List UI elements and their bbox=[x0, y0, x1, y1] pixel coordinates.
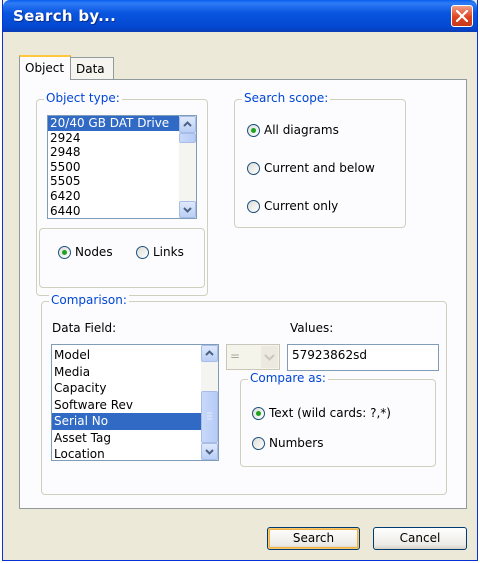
tab-object[interactable]: Object bbox=[19, 55, 71, 80]
scroll-thumb[interactable] bbox=[201, 391, 218, 443]
chevron-up-icon bbox=[183, 121, 192, 127]
data-field-item[interactable]: Location bbox=[52, 446, 218, 460]
cancel-button-label: Cancel bbox=[399, 531, 441, 545]
scope-current-only-label: Current only bbox=[264, 199, 339, 213]
data-field-item[interactable]: Model bbox=[52, 347, 218, 364]
tab-object-label: Object bbox=[25, 61, 65, 75]
operator-dropdown[interactable]: = bbox=[226, 344, 280, 370]
scroll-up-button[interactable] bbox=[179, 116, 196, 133]
nodes-links-group: Nodes Links bbox=[39, 228, 205, 288]
object-tab-panel: Object type: 20/40 GB DAT Drive 2924 2948 5… bbox=[19, 79, 467, 509]
grip-icon bbox=[207, 412, 212, 420]
object-type-legend: Object type: bbox=[44, 91, 122, 105]
radio-dot bbox=[256, 411, 261, 416]
operator-value: = bbox=[230, 349, 241, 363]
object-type-scrollbar[interactable] bbox=[179, 116, 196, 218]
radio-circle bbox=[247, 200, 260, 213]
radio-circle bbox=[136, 246, 149, 259]
radio-circle bbox=[252, 437, 265, 450]
tab-data-label: Data bbox=[76, 62, 105, 76]
close-button[interactable] bbox=[451, 5, 473, 27]
values-input[interactable]: 57923862sd bbox=[287, 344, 439, 371]
search-button[interactable]: Search bbox=[267, 527, 360, 550]
cancel-button[interactable]: Cancel bbox=[373, 527, 467, 550]
links-label: Links bbox=[153, 245, 184, 259]
comparison-legend: Comparison: bbox=[49, 293, 129, 307]
radio-circle bbox=[252, 407, 265, 420]
values-label: Values: bbox=[290, 321, 334, 335]
compare-as-group: Compare as: Text (wild cards: ?,*) Numbe… bbox=[240, 371, 436, 467]
search-scope-legend: Search scope: bbox=[242, 91, 331, 105]
search-button-label: Search bbox=[292, 531, 335, 545]
data-field-item[interactable]: Media bbox=[52, 364, 218, 381]
compare-text-label: Text (wild cards: ?,*) bbox=[269, 406, 391, 420]
radio-dot bbox=[251, 128, 256, 133]
object-type-item[interactable]: 2948 bbox=[48, 145, 196, 160]
scope-all-diagrams-label: All diagrams bbox=[264, 123, 339, 137]
data-field-item[interactable]: Capacity bbox=[52, 380, 218, 397]
radio-circle bbox=[247, 162, 260, 175]
title-bar[interactable]: Search by... bbox=[3, 0, 477, 32]
scope-current-and-below-label: Current and below bbox=[264, 161, 375, 175]
object-type-item[interactable]: 6420 bbox=[48, 189, 196, 204]
comparison-group: Comparison: Data Field: Values: Model Med… bbox=[41, 293, 447, 495]
chevron-up-icon bbox=[205, 350, 214, 356]
window-title: Search by... bbox=[13, 7, 117, 25]
radio-dot bbox=[62, 250, 67, 255]
scroll-down-button[interactable] bbox=[201, 443, 218, 460]
data-field-list[interactable]: Model Media Capacity Software Rev Serial No A… bbox=[51, 344, 219, 461]
object-type-item[interactable]: 2924 bbox=[48, 131, 196, 146]
object-type-list[interactable]: 20/40 GB DAT Drive 2924 2948 5500 5505 6420 64… bbox=[47, 115, 197, 219]
data-field-item[interactable]: Software Rev bbox=[52, 397, 218, 414]
data-field-item[interactable]: Asset Tag bbox=[52, 430, 218, 447]
object-type-item[interactable]: 5505 bbox=[48, 174, 196, 189]
search-dialog: Search by... Object Data Object type: 20… bbox=[2, 0, 478, 561]
object-type-group: Object type: 20/40 GB DAT Drive 2924 2948 5… bbox=[36, 91, 208, 296]
object-type-item[interactable]: 20/40 GB DAT Drive bbox=[48, 116, 196, 131]
search-scope-group: Search scope: All diagrams Current and b… bbox=[234, 91, 406, 228]
compare-numbers-label: Numbers bbox=[269, 436, 324, 450]
object-type-item[interactable]: 5500 bbox=[48, 160, 196, 175]
scroll-down-button[interactable] bbox=[179, 201, 196, 218]
nodes-label: Nodes bbox=[75, 245, 113, 259]
scroll-thumb[interactable] bbox=[179, 133, 196, 143]
object-type-item[interactable]: 6440 bbox=[48, 204, 196, 218]
tab-data[interactable]: Data bbox=[70, 57, 114, 80]
dropdown-arrow[interactable] bbox=[261, 346, 278, 368]
values-input-text: 57923862sd bbox=[292, 348, 367, 362]
chevron-down-icon bbox=[183, 207, 192, 213]
scroll-up-button[interactable] bbox=[201, 345, 218, 362]
radio-circle bbox=[247, 124, 260, 137]
compare-as-legend: Compare as: bbox=[248, 371, 328, 385]
radio-circle bbox=[58, 246, 71, 259]
data-field-item[interactable]: Serial No bbox=[52, 413, 218, 430]
data-field-label: Data Field: bbox=[52, 321, 117, 335]
chevron-down-icon bbox=[205, 449, 214, 455]
close-icon bbox=[456, 10, 468, 22]
chevron-down-icon bbox=[264, 354, 275, 361]
data-field-scrollbar[interactable] bbox=[201, 345, 218, 460]
